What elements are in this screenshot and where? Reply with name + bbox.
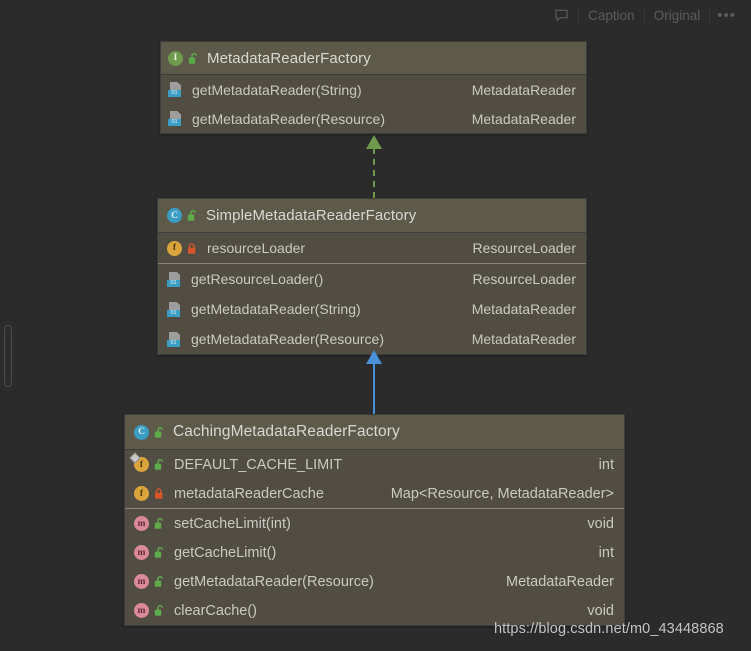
node-title: MetadataReaderFactory — [207, 49, 371, 67]
member-name: clearCache() — [174, 602, 257, 619]
member-type: Map<Resource, MetadataReader> — [390, 485, 614, 502]
method-icon: m — [133, 544, 150, 561]
method-icon: m — [133, 602, 150, 619]
node-section-fields: f resourceLoader ResourceLoader — [158, 233, 586, 263]
edge-arrowhead — [366, 350, 382, 364]
abstract-method-icon: 01 — [167, 110, 184, 127]
diagram-canvas[interactable]: I MetadataReaderFactory 01 getMetadataRe… — [0, 31, 751, 651]
unlock-icon — [153, 425, 166, 440]
uml-node-simplemetadatareaderfactory[interactable]: C SimpleMetadataReaderFactory f resource… — [157, 198, 587, 355]
node-section-methods: m setCacheLimit(int) void m getCacheLimi… — [125, 508, 624, 625]
member-type: void — [587, 515, 614, 532]
member-name: getMetadataReader(Resource) — [174, 573, 374, 590]
member-row[interactable]: 01 getMetadataReader(String) MetadataRea… — [158, 294, 586, 324]
vertical-scrollbar[interactable] — [4, 325, 12, 387]
method-icon: m — [133, 573, 150, 590]
member-type: void — [587, 602, 614, 619]
edge-line — [373, 148, 375, 198]
top-toolbar: Caption Original ••• — [0, 0, 751, 31]
member-name: DEFAULT_CACHE_LIMIT — [174, 456, 343, 473]
speech-bubble-icon[interactable] — [545, 5, 578, 27]
edge-line — [373, 363, 375, 414]
member-type: MetadataReader — [471, 331, 576, 347]
member-type: int — [598, 544, 614, 561]
member-row[interactable]: m setCacheLimit(int) void — [125, 509, 624, 538]
lock-icon — [186, 241, 199, 256]
member-name: resourceLoader — [207, 240, 306, 256]
class-icon: C — [133, 424, 150, 441]
node-header: C SimpleMetadataReaderFactory — [158, 199, 586, 233]
original-button[interactable]: Original — [645, 5, 710, 27]
unlock-icon — [153, 574, 166, 589]
unlock-icon — [153, 457, 166, 472]
node-section-methods: 01 getMetadataReader(String) MetadataRea… — [161, 75, 586, 133]
method-icon: m — [133, 515, 150, 532]
class-icon: C — [166, 207, 183, 224]
unlock-icon — [187, 51, 200, 66]
member-name: getMetadataReader(Resource) — [192, 110, 385, 127]
member-type: MetadataReader — [505, 573, 614, 590]
unlock-icon — [153, 545, 166, 560]
interface-icon: I — [167, 50, 184, 67]
member-row[interactable]: 01 getMetadataReader(Resource) MetadataR… — [161, 104, 586, 133]
abstract-method-icon: 01 — [166, 271, 183, 288]
node-title: CachingMetadataReaderFactory — [173, 423, 400, 440]
member-row[interactable]: m getCacheLimit() int — [125, 538, 624, 567]
uml-node-cachingmetadatareaderfactory[interactable]: C CachingMetadataReaderFactory f DEFAULT… — [124, 414, 625, 626]
uml-node-metadatareaderfactory[interactable]: I MetadataReaderFactory 01 getMetadataRe… — [160, 41, 587, 134]
member-name: getMetadataReader(String) — [192, 81, 362, 98]
unlock-icon — [186, 208, 199, 223]
member-row[interactable]: 01 getMetadataReader(String) MetadataRea… — [161, 75, 586, 104]
lock-icon — [153, 486, 166, 501]
edge-arrowhead — [366, 135, 382, 149]
member-name: getResourceLoader() — [191, 271, 324, 287]
member-row[interactable]: m getMetadataReader(Resource) MetadataRe… — [125, 567, 624, 596]
node-section-fields: f DEFAULT_CACHE_LIMIT int f metadataRead… — [125, 450, 624, 508]
node-section-methods: 01 getResourceLoader() ResourceLoader 01… — [158, 263, 586, 354]
member-type: MetadataReader — [471, 81, 576, 98]
member-type: int — [598, 456, 614, 473]
member-row[interactable]: f DEFAULT_CACHE_LIMIT int — [125, 450, 624, 479]
more-options-icon[interactable]: ••• — [710, 5, 743, 27]
watermark-text: https://blog.csdn.net/m0_43448868 — [494, 621, 724, 637]
member-row[interactable]: 01 getResourceLoader() ResourceLoader — [158, 264, 586, 294]
member-type: MetadataReader — [471, 110, 576, 127]
member-row[interactable]: f metadataReaderCache Map<Resource, Meta… — [125, 479, 624, 508]
caption-button[interactable]: Caption — [579, 5, 644, 27]
member-type: MetadataReader — [471, 301, 576, 317]
member-row[interactable]: f resourceLoader ResourceLoader — [158, 233, 586, 263]
abstract-method-icon: 01 — [166, 301, 183, 318]
node-header: I MetadataReaderFactory — [161, 42, 586, 75]
abstract-method-icon: 01 — [166, 331, 183, 348]
abstract-method-icon: 01 — [167, 81, 184, 98]
field-icon: f — [133, 485, 150, 502]
member-type: ResourceLoader — [472, 240, 576, 256]
member-name: getMetadataReader(Resource) — [191, 331, 384, 347]
member-name: getMetadataReader(String) — [191, 301, 361, 317]
field-icon: f — [166, 240, 183, 257]
node-header: C CachingMetadataReaderFactory — [125, 415, 624, 450]
member-name: metadataReaderCache — [174, 485, 324, 502]
member-name: getCacheLimit() — [174, 544, 277, 561]
unlock-icon — [153, 516, 166, 531]
static-field-icon: f — [129, 452, 150, 473]
member-type: ResourceLoader — [472, 271, 576, 287]
unlock-icon — [153, 603, 166, 618]
member-name: setCacheLimit(int) — [174, 515, 291, 532]
node-title: SimpleMetadataReaderFactory — [206, 207, 417, 224]
